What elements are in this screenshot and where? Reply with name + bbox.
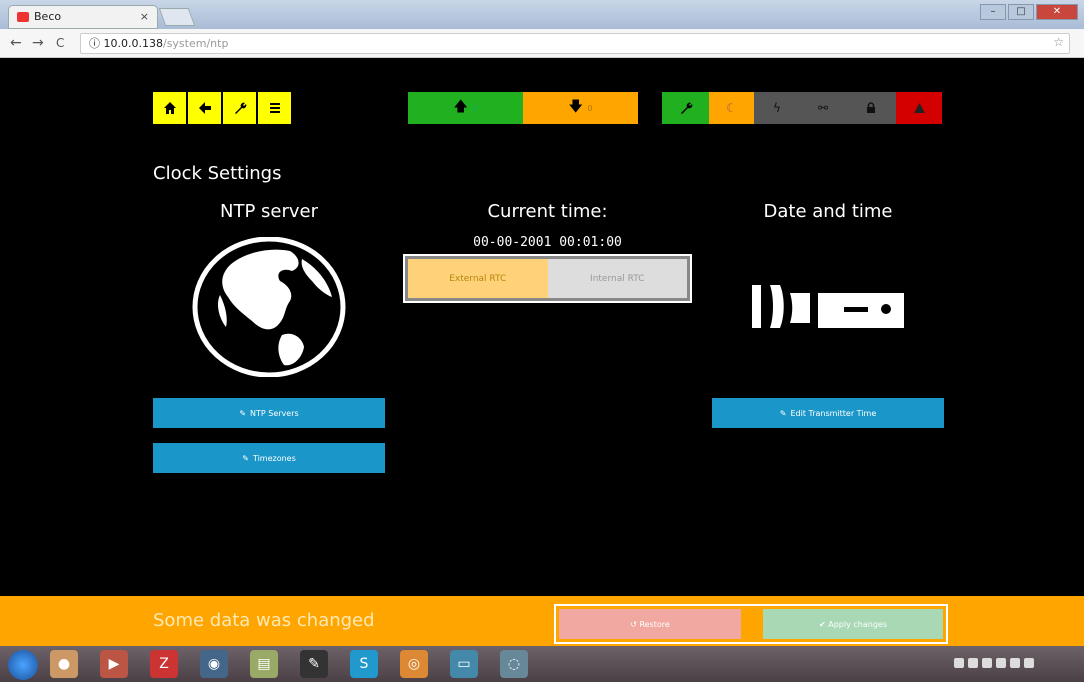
tray-icon[interactable] bbox=[1010, 658, 1020, 668]
url-field[interactable]: ⓘ 10.0.0.138/system/ntp bbox=[80, 33, 1070, 54]
tray-icon[interactable] bbox=[996, 658, 1006, 668]
menu-button[interactable] bbox=[258, 92, 291, 124]
wrench-status-icon bbox=[680, 102, 692, 114]
warning-icon bbox=[913, 103, 925, 113]
link-icon: ⚯ bbox=[817, 101, 829, 115]
date-time-heading: Date and time bbox=[763, 201, 893, 222]
settings-button[interactable] bbox=[223, 92, 256, 124]
tray-icon[interactable] bbox=[982, 658, 992, 668]
uplink-status: 🡅 0 bbox=[408, 92, 523, 124]
ntp-heading: NTP server bbox=[219, 201, 318, 222]
globe-icon bbox=[192, 237, 346, 377]
apply-changes-label: Apply changes bbox=[828, 619, 887, 629]
arrow-left-icon bbox=[198, 102, 211, 114]
bookmark-star-icon[interactable]: ☆ bbox=[1053, 35, 1064, 49]
apply-changes-button[interactable]: ✔ Apply changes bbox=[763, 609, 943, 639]
new-tab-button[interactable] bbox=[158, 8, 196, 26]
forward-button[interactable]: → bbox=[32, 35, 44, 51]
transmitter-icon bbox=[752, 285, 904, 328]
downlink-status: 🡇 0 bbox=[523, 92, 638, 124]
window-controls: – □ ✕ bbox=[980, 4, 1078, 20]
lock-status[interactable] bbox=[846, 92, 896, 124]
check-icon: ✔ bbox=[819, 619, 826, 629]
wrench-icon bbox=[234, 102, 246, 114]
close-window-button[interactable]: ✕ bbox=[1036, 4, 1078, 20]
arrow-down-icon: 🡇 bbox=[568, 99, 583, 115]
network-taskbar-icon[interactable]: ◉ bbox=[200, 650, 228, 678]
pencil-icon: ✎ bbox=[242, 453, 249, 463]
home-icon bbox=[163, 102, 176, 114]
ntp-servers-button[interactable]: ✎ NTP Servers bbox=[153, 398, 385, 428]
tab-close-icon[interactable]: × bbox=[140, 6, 149, 28]
back-nav-button[interactable] bbox=[188, 92, 221, 124]
ntp-servers-label: NTP Servers bbox=[250, 408, 299, 418]
chrome-taskbar-icon[interactable]: ● bbox=[50, 650, 78, 678]
browser-tab[interactable]: Beco × bbox=[8, 5, 158, 29]
page-title: Clock Settings bbox=[153, 163, 282, 184]
timezones-button[interactable]: ✎ Timezones bbox=[153, 443, 385, 473]
uplink-count: 0 bbox=[472, 103, 478, 113]
home-button[interactable] bbox=[153, 92, 186, 124]
restore-label: Restore bbox=[639, 619, 670, 629]
rtc-toggle-group: External RTC Internal RTC bbox=[403, 254, 692, 303]
downlink-count: 0 bbox=[587, 103, 593, 113]
timezones-label: Timezones bbox=[252, 453, 296, 463]
back-button[interactable]: ← bbox=[10, 35, 22, 51]
pencil-icon: ✎ bbox=[239, 408, 247, 418]
url-path: /system/ntp bbox=[162, 37, 229, 50]
alarm-status[interactable] bbox=[896, 92, 942, 124]
menu-icon bbox=[269, 103, 280, 113]
link-status[interactable]: ⚯ bbox=[800, 92, 846, 124]
external-rtc-option[interactable]: External RTC bbox=[408, 259, 548, 298]
edit-transmitter-time-button[interactable]: ✎ Edit Transmitter Time bbox=[712, 398, 944, 428]
current-time-value: 00-00-2001 00:01:00 bbox=[473, 235, 622, 250]
moon-icon: ☾ bbox=[726, 101, 737, 115]
power-status[interactable]: ϟ bbox=[754, 92, 800, 124]
tray-icon[interactable] bbox=[954, 658, 964, 668]
tray-icon[interactable] bbox=[968, 658, 978, 668]
os-taskbar: ● ▶ Z ◉ ▤ ✎ S ◎ ▭ ◌ bbox=[0, 646, 1084, 682]
skype-taskbar-icon[interactable]: S bbox=[350, 650, 378, 678]
footer-button-group: ↺ Restore ✔ Apply changes bbox=[554, 604, 948, 644]
tool-taskbar-icon[interactable]: ✎ bbox=[300, 650, 328, 678]
url-host: ⓘ 10.0.0.138 bbox=[89, 37, 163, 50]
current-time-heading: Current time: bbox=[487, 201, 608, 222]
address-bar-row: ← → C ⓘ 10.0.0.138/system/ntp ☆ bbox=[0, 29, 1084, 58]
start-button[interactable] bbox=[8, 650, 38, 680]
media-taskbar-icon[interactable]: ▶ bbox=[100, 650, 128, 678]
tab-title: Beco bbox=[34, 10, 62, 23]
app-main bbox=[6, 58, 1078, 596]
system-tray bbox=[954, 658, 1034, 668]
explorer-taskbar-icon[interactable]: ▭ bbox=[450, 650, 478, 678]
app-taskbar-icon[interactable]: ◌ bbox=[500, 650, 528, 678]
maintenance-status[interactable] bbox=[662, 92, 709, 124]
restore-button[interactable]: ↺ Restore bbox=[559, 609, 741, 639]
photos-taskbar-icon[interactable]: ▤ bbox=[250, 650, 278, 678]
reload-button[interactable]: C bbox=[56, 36, 64, 50]
browser-tab-bar: Beco × – □ ✕ bbox=[0, 0, 1084, 29]
maximize-button[interactable]: □ bbox=[1008, 4, 1034, 20]
changes-message: Some data was changed bbox=[153, 610, 375, 631]
browser-taskbar-icon[interactable]: ◎ bbox=[400, 650, 428, 678]
favicon-icon bbox=[17, 12, 29, 22]
pencil-icon: ✎ bbox=[779, 408, 787, 418]
lock-icon bbox=[867, 102, 875, 113]
night-mode-status[interactable]: ☾ bbox=[709, 92, 754, 124]
lightning-icon: ϟ bbox=[773, 101, 781, 115]
internal-rtc-option[interactable]: Internal RTC bbox=[547, 259, 687, 298]
minimize-button[interactable]: – bbox=[980, 4, 1006, 20]
arrow-up-icon: 🡅 bbox=[453, 99, 468, 115]
edit-transmitter-time-label: Edit Transmitter Time bbox=[790, 408, 877, 418]
undo-icon: ↺ bbox=[630, 619, 637, 629]
tray-icon[interactable] bbox=[1024, 658, 1034, 668]
filezilla-taskbar-icon[interactable]: Z bbox=[150, 650, 178, 678]
